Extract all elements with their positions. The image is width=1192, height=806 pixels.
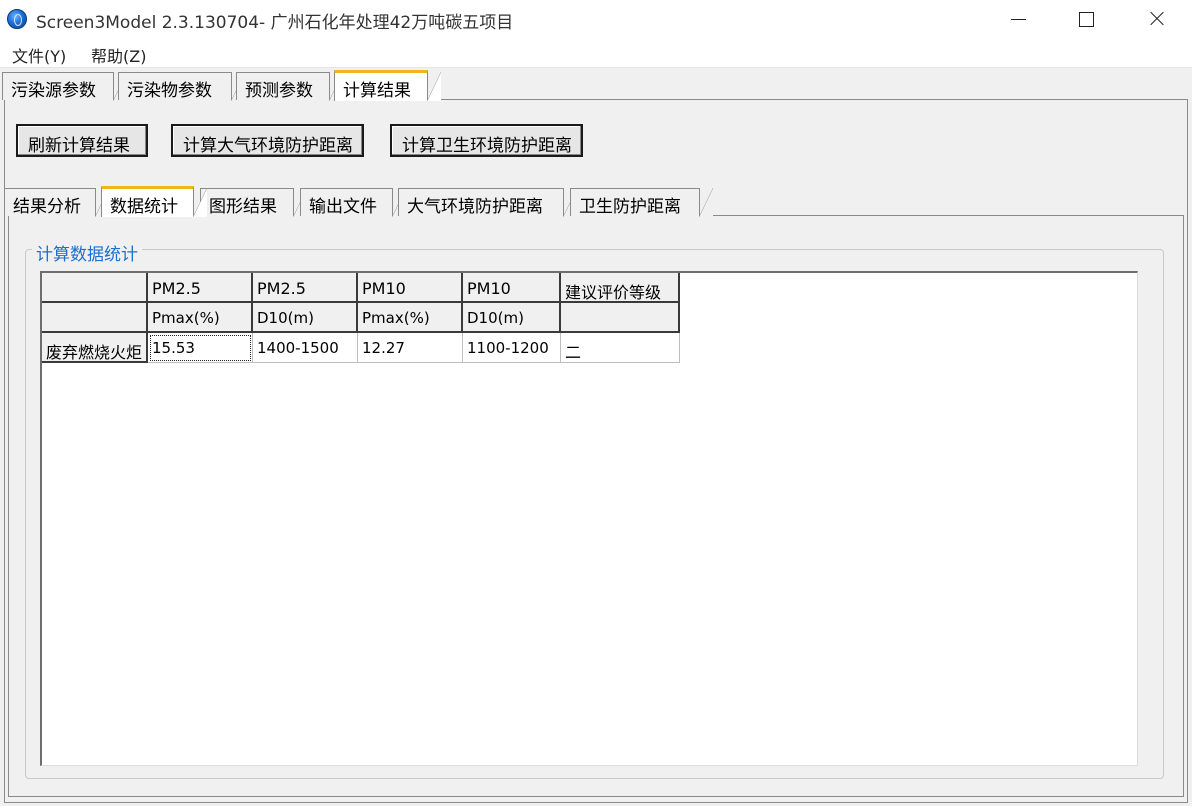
tab-label: 数据统计 — [110, 197, 178, 217]
grid-corner-cell — [42, 273, 148, 303]
subheader-empty — [561, 303, 680, 333]
tab-output-files[interactable]: 输出文件 — [300, 188, 406, 217]
table-cell[interactable]: 1400-1500 — [253, 333, 358, 363]
header-evaluation-level: 建议评价等级 — [561, 273, 680, 303]
tab-label: 预测参数 — [245, 81, 313, 101]
tab-label: 输出文件 — [309, 197, 377, 217]
tab-data-statistics[interactable]: 数据统计 — [101, 186, 207, 217]
statistics-grid[interactable]: PM2.5 PM2.5 PM10 PM10 建议评价等级 Pmax(%) D10… — [40, 271, 1138, 766]
groupbox-title: 计算数据统计 — [32, 240, 142, 265]
row-header-source[interactable]: 废弃燃烧火炬 — [42, 333, 148, 363]
tab-label: 结果分析 — [13, 197, 81, 217]
table-cell[interactable]: 二 — [561, 333, 680, 363]
tab-label: 计算结果 — [343, 81, 411, 101]
subheader-pmax: Pmax(%) — [358, 303, 463, 333]
tab-result-analysis[interactable]: 结果分析 — [4, 188, 109, 217]
header-pm25: PM2.5 — [148, 273, 253, 303]
tab-label: 污染源参数 — [11, 81, 96, 101]
tab-label: 卫生防护距离 — [579, 197, 681, 217]
grid-corner-cell — [42, 303, 148, 333]
tab-pollutant-params[interactable]: 污染物参数 — [118, 72, 245, 101]
title-bar: Screen3Model 2.3.130704- 广州石化年处理42万吨碳五项目 — [0, 0, 1192, 38]
header-pm10: PM10 — [358, 273, 463, 303]
tab-health-protection-distance[interactable]: 卫生防护距离 — [570, 188, 713, 217]
menu-file[interactable]: 文件(Y) — [12, 43, 66, 67]
subheader-pmax: Pmax(%) — [148, 303, 253, 333]
refresh-results-button[interactable]: 刷新计算结果 — [16, 124, 148, 157]
calc-air-protection-distance-button[interactable]: 计算大气环境防护距离 — [171, 124, 364, 157]
tab-label: 污染物参数 — [127, 81, 212, 101]
tab-label: 图形结果 — [209, 197, 277, 217]
main-tabs: 污染源参数 污染物参数 预测参数 计算结果 — [0, 70, 1192, 101]
table-cell[interactable]: 12.27 — [358, 333, 463, 363]
tab-graph-results[interactable]: 图形结果 — [200, 188, 307, 217]
close-button[interactable] — [1133, 0, 1179, 38]
result-tabs: 结果分析 数据统计 图形结果 输出文件 大气环境防护距离 卫生防护距离 — [0, 186, 1192, 217]
subheader-d10: D10(m) — [463, 303, 561, 333]
tab-prediction-params[interactable]: 预测参数 — [236, 72, 343, 101]
table-cell[interactable]: 15.53 — [148, 333, 253, 363]
header-pm10: PM10 — [463, 273, 561, 303]
calc-health-protection-distance-button[interactable]: 计算卫生环境防护距离 — [390, 124, 583, 157]
maximize-button[interactable] — [1063, 0, 1109, 38]
tab-air-protection-distance[interactable]: 大气环境防护距离 — [398, 188, 577, 217]
window-title: Screen3Model 2.3.130704- 广州石化年处理42万吨碳五项目 — [36, 13, 514, 33]
tab-pollution-source-params[interactable]: 污染源参数 — [2, 72, 127, 101]
menu-bar: 文件(Y) 帮助(Z) — [0, 38, 1192, 68]
menu-help[interactable]: 帮助(Z) — [91, 43, 146, 67]
minimize-button[interactable] — [995, 0, 1041, 38]
app-icon[interactable] — [7, 9, 27, 29]
subheader-d10: D10(m) — [253, 303, 358, 333]
tab-label: 大气环境防护距离 — [407, 197, 543, 217]
tab-calculation-results[interactable]: 计算结果 — [334, 70, 441, 101]
header-pm25: PM2.5 — [253, 273, 358, 303]
table-cell[interactable]: 1100-1200 — [463, 333, 561, 363]
